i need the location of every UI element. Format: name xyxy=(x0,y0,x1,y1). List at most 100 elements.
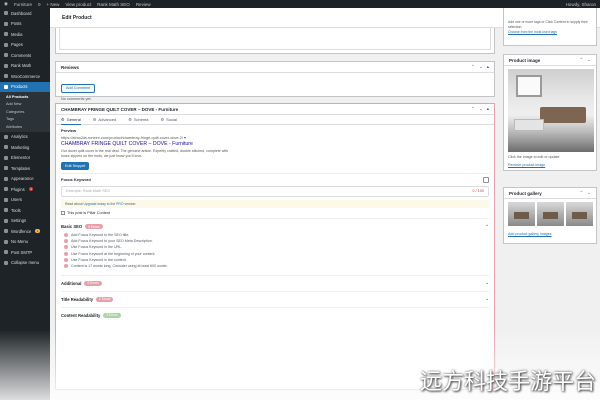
wordpress-icon[interactable]: ◉ xyxy=(4,1,8,7)
sidebar-item-label: Comments xyxy=(11,52,32,58)
collapse-icon[interactable]: ▴ xyxy=(487,106,489,112)
seo-check-text: Add Focus Keyword to the SEO title. xyxy=(71,232,130,237)
content-readability-header[interactable]: Content Readability 2 Errors xyxy=(56,310,494,320)
tab-advanced[interactable]: ⚙ Advanced xyxy=(93,115,116,125)
sidebar-item-marketing[interactable]: Marketing xyxy=(0,142,50,153)
remove-image-link[interactable]: Remove product image xyxy=(508,163,545,167)
sidebar-item-comments[interactable]: Comments xyxy=(0,50,50,61)
seo-check-item: Content is 17 words long. Consider using… xyxy=(56,263,494,269)
tab-schema[interactable]: ⚙ Schema xyxy=(128,115,148,125)
seo-check-text: Use Focus Keyword at the beginning of yo… xyxy=(71,251,156,256)
preview-url[interactable]: https://atmo2ds.runeen.com/product/chamb… xyxy=(61,135,489,140)
chevron-down-icon[interactable]: ⌄ xyxy=(587,190,591,196)
sidebar-item-label: Users xyxy=(11,197,22,203)
submenu-item-tags[interactable]: Tags xyxy=(0,116,50,124)
chevron-down-icon[interactable]: ⌄ xyxy=(485,296,489,302)
error-icon xyxy=(64,264,68,269)
comments-count[interactable]: 0 xyxy=(38,2,41,7)
chevron-down-icon[interactable]: ⌄ xyxy=(587,57,591,63)
title-readability-header[interactable]: Title Readability 2 Errors ⌄ xyxy=(56,294,494,304)
collapse-icon xyxy=(4,260,8,265)
user-greeting[interactable]: Howdy, Sharon xyxy=(566,2,596,7)
sidebar-item-analytics[interactable]: Analytics xyxy=(0,132,50,143)
sidebar-item-label: Collapse menu xyxy=(11,260,39,266)
sidebar-item-settings[interactable]: Settings xyxy=(0,216,50,227)
sidebar-item-elementor[interactable]: Elementor xyxy=(0,153,50,164)
review-link[interactable]: Review xyxy=(136,2,151,7)
chevron-up-icon[interactable]: ⌃ xyxy=(579,190,583,196)
most-used-tags-link[interactable]: Choose from the most used tags xyxy=(504,29,596,35)
keyword-tool-icon[interactable] xyxy=(483,176,489,183)
sidebar-item-label: Marketing xyxy=(11,144,30,150)
product-image-box: Product image ⌃ ⌄ Click the image to edit … xyxy=(503,54,597,171)
focus-keyword-input[interactable]: Example: Rank Math SEO 0 / 100 xyxy=(61,185,489,197)
chevron-down-icon[interactable]: ⌄ xyxy=(479,64,483,70)
basic-seo-header[interactable]: Basic SEO 6 Errors ⌃ xyxy=(56,222,494,232)
sidebar-item-label: Analytics xyxy=(11,134,28,140)
chevron-up-icon[interactable]: ⌃ xyxy=(485,224,489,230)
submenu-item-attributes[interactable]: Attributes xyxy=(0,123,50,131)
sidebar-item-tools[interactable]: Tools xyxy=(0,205,50,216)
pillar-checkbox[interactable] xyxy=(61,210,65,215)
sidebar-item-wordfence[interactable]: Wordfence 1 xyxy=(0,226,50,237)
tab-general[interactable]: ⚙ General xyxy=(61,115,81,125)
add-comment-button[interactable]: Add Comment xyxy=(61,83,96,93)
no-comments-text: No comments yet. xyxy=(61,97,92,101)
error-icon xyxy=(64,257,68,262)
chevron-down-icon[interactable]: ⌄ xyxy=(485,280,489,286)
site-name-link[interactable]: Furniture xyxy=(14,2,32,7)
upgrade-link[interactable]: Upgrade today to the PRO xyxy=(84,202,124,206)
notice-text: Read about xyxy=(65,201,83,206)
rank-math-link[interactable]: Rank Math SEO xyxy=(97,2,130,7)
additional-header[interactable]: Additional 6 Errors ⌄ xyxy=(56,278,494,288)
collapse-icon[interactable]: ▴ xyxy=(487,64,489,70)
sidebar-item-pages[interactable]: Pages xyxy=(0,40,50,51)
sidebar-item-appearance[interactable]: Appearance xyxy=(0,174,50,185)
view-product-link[interactable]: View product xyxy=(65,2,91,7)
sidebar-item-collapse-menu[interactable]: Collapse menu xyxy=(0,258,50,269)
sidebar-item-label: Pages xyxy=(11,42,23,48)
chevron-up-icon[interactable]: ⌃ xyxy=(471,106,475,112)
sidebar-item-label: Templates xyxy=(11,165,31,171)
title-readability-title: Title Readability xyxy=(61,296,94,302)
gallery-thumb[interactable] xyxy=(566,202,593,226)
gallery-thumb[interactable] xyxy=(508,202,535,226)
sidebar-item-products[interactable]: Products xyxy=(0,81,50,92)
tab-social[interactable]: ⚙ Social xyxy=(161,115,178,125)
sidebar-item-media[interactable]: Media xyxy=(0,29,50,40)
submenu-item-all-products[interactable]: All Products xyxy=(0,93,50,101)
dashboard-icon xyxy=(4,11,8,16)
image-hint: Click the image to edit or update xyxy=(508,155,560,159)
chevron-up-icon[interactable]: ⌃ xyxy=(579,57,583,63)
chevron-down-icon[interactable]: ⌄ xyxy=(479,106,483,112)
sidebar-item-posts[interactable]: Posts xyxy=(0,19,50,30)
gallery-thumb[interactable] xyxy=(537,202,564,226)
content-readability-title: Content Readability xyxy=(61,312,101,318)
elementor-icon xyxy=(4,155,8,160)
sidebar-item-no-menu[interactable]: No Menu xyxy=(0,237,50,248)
sidebar-item-dashboard[interactable]: Dashboard xyxy=(0,8,50,19)
sidebar-item-post-smtp[interactable]: Post SMTP xyxy=(0,247,50,258)
edit-snippet-button[interactable]: Edit Snippet xyxy=(61,161,90,170)
product-gallery-box: Product gallery ⌃ ⌄ Add product gallery im… xyxy=(503,187,597,244)
notice-text-end: version xyxy=(124,201,136,206)
user-icon xyxy=(4,197,8,202)
submenu-item-add-new[interactable]: Add New xyxy=(0,101,50,109)
sidebar-item-label: Appearance xyxy=(11,176,34,182)
tab-label: Social xyxy=(166,117,177,122)
submenu-item-categories[interactable]: Categories xyxy=(0,108,50,116)
seo-check-text: Content is 17 words long. Consider using… xyxy=(71,264,168,269)
editor-textarea[interactable] xyxy=(59,28,491,50)
menu-icon xyxy=(4,239,8,244)
add-gallery-link[interactable]: Add product gallery images xyxy=(508,232,552,236)
page-icon xyxy=(4,42,8,47)
sidebar-item-rank-math[interactable]: Rank Math xyxy=(0,61,50,72)
new-link[interactable]: + New xyxy=(46,2,59,7)
sidebar-item-templates[interactable]: Templates xyxy=(0,163,50,174)
chevron-up-icon[interactable]: ⌃ xyxy=(471,64,475,70)
product-image[interactable] xyxy=(508,69,594,152)
tab-label: Schema xyxy=(133,117,149,122)
sidebar-item-woocommerce[interactable]: WooCommerce xyxy=(0,71,50,82)
sidebar-item-users[interactable]: Users xyxy=(0,195,50,206)
sidebar-item-plugins[interactable]: Plugins 1 xyxy=(0,184,50,195)
